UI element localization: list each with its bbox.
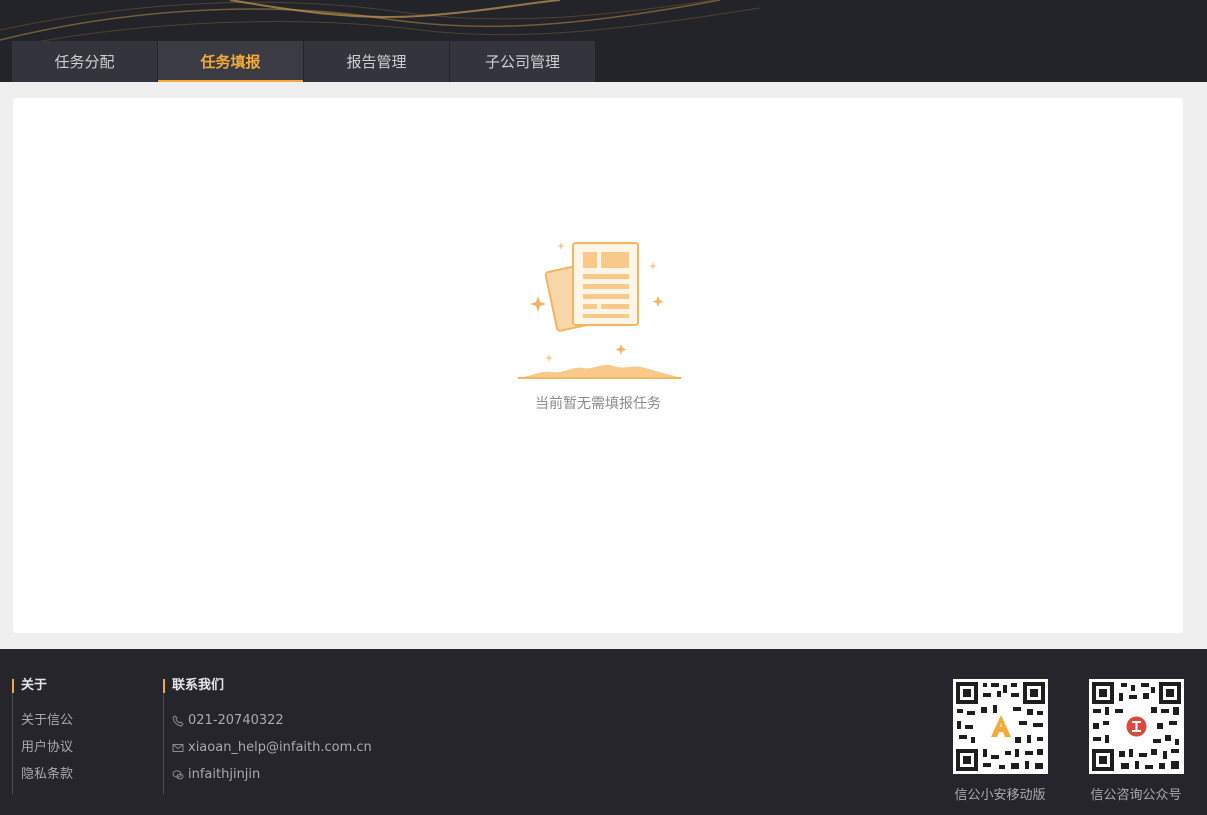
empty-state-text: 当前暂无需填报任务 bbox=[535, 396, 661, 412]
footer-link-user-agreement[interactable]: 用户协议 bbox=[21, 740, 73, 767]
tab-task-assignment[interactable]: 任务分配 bbox=[12, 41, 157, 82]
footer-contact-list: 021-20740322 xiaoan_help@infaith.com.cn … bbox=[163, 693, 372, 794]
empty-state: 当前暂无需填报任务 bbox=[13, 238, 1183, 413]
footer-link-about-infaith[interactable]: 关于信公 bbox=[21, 713, 73, 740]
contact-email-text[interactable]: xiaoan_help@infaith.com.cn bbox=[188, 740, 372, 756]
page-footer: 关于 关于信公 用户协议 隐私条款 联系我们 021-20740322 xiao… bbox=[0, 649, 1207, 815]
content-card: 当前暂无需填报任务 bbox=[13, 98, 1183, 633]
tab-report-management[interactable]: 报告管理 bbox=[304, 41, 449, 82]
contact-phone-text: 021-20740322 bbox=[188, 713, 284, 728]
top-header: 任务分配 任务填报 报告管理 子公司管理 bbox=[0, 0, 1207, 82]
phone-icon bbox=[172, 715, 184, 727]
mail-icon bbox=[172, 744, 184, 752]
main-tabs: 任务分配 任务填报 报告管理 子公司管理 bbox=[12, 41, 595, 82]
footer-contact-section: 联系我们 021-20740322 xiaoan_help@infaith.co… bbox=[163, 679, 372, 794]
footer-about-section: 关于 关于信公 用户协议 隐私条款 bbox=[12, 679, 73, 794]
qr-code-mobile-icon bbox=[952, 679, 1048, 774]
footer-about-links: 关于信公 用户协议 隐私条款 bbox=[12, 693, 73, 794]
qr-mobile-app: 信公小安移动版 bbox=[950, 679, 1050, 803]
qr-mobile-label: 信公小安移动版 bbox=[954, 788, 1046, 803]
footer-contact-title: 联系我们 bbox=[163, 679, 372, 693]
contact-phone: 021-20740322 bbox=[172, 713, 372, 740]
contact-wechat: infaithjinjin bbox=[172, 767, 372, 794]
tab-task-filling[interactable]: 任务填报 bbox=[158, 41, 303, 82]
wechat-icon bbox=[172, 770, 184, 780]
contact-wechat-text: infaithjinjin bbox=[188, 767, 261, 782]
qr-official-account: 信公咨询公众号 bbox=[1086, 679, 1186, 803]
document-empty-icon bbox=[518, 242, 681, 379]
footer-about-title: 关于 bbox=[12, 679, 73, 693]
qr-code-wechat-account-icon bbox=[1088, 679, 1184, 774]
tab-subsidiary-management[interactable]: 子公司管理 bbox=[450, 41, 595, 82]
qr-official-account-label: 信公咨询公众号 bbox=[1090, 788, 1182, 803]
footer-link-privacy-policy[interactable]: 隐私条款 bbox=[21, 767, 73, 794]
contact-email: xiaoan_help@infaith.com.cn bbox=[172, 740, 372, 767]
